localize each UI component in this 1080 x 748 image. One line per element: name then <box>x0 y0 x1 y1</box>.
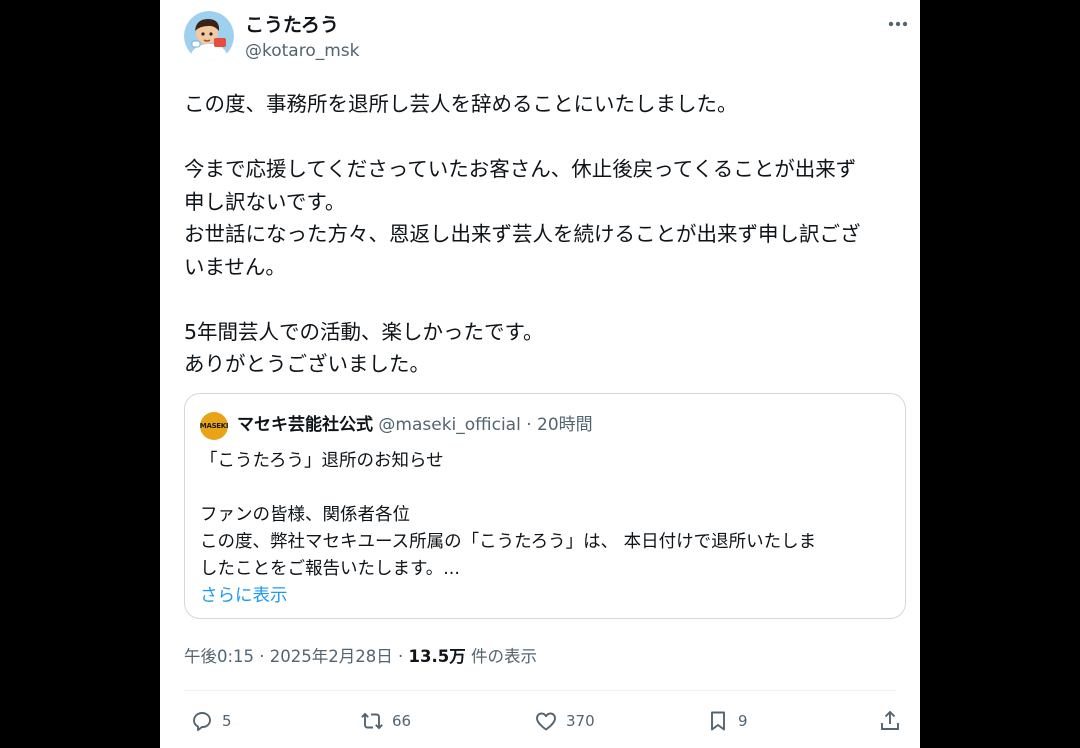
reply-button[interactable]: 5 <box>190 706 232 736</box>
share-button[interactable] <box>878 706 902 736</box>
more-horizontal-icon <box>888 21 908 27</box>
tweet-line: 5年間芸人での活動、楽しかったです。 <box>184 319 544 344</box>
tweet-line: お世話になった方々、恩返し出来ず芸人を続けることが出来ず申し訳ござ <box>184 222 861 246</box>
quoted-line: 「こうたろう」退所のお知らせ <box>200 451 444 471</box>
repost-count: 66 <box>392 712 412 730</box>
like-count: 370 <box>566 712 595 730</box>
quoted-author-name: マセキ芸能社公式 <box>237 415 373 435</box>
bookmark-button[interactable]: 9 <box>706 706 748 736</box>
reply-icon <box>193 712 211 731</box>
tweet-line: ありがとうございました。 <box>184 352 430 376</box>
divider <box>184 690 896 691</box>
views-count: 13.5万 <box>408 647 466 666</box>
quoted-line: ファンの皆様、関係者各位 <box>200 505 410 525</box>
share-icon <box>881 710 899 730</box>
timestamp[interactable]: 午後0:15 · 2025年2月28日 · <box>184 647 409 666</box>
author-display-name[interactable]: こうたろう <box>245 13 339 37</box>
author-handle[interactable]: @kotaro_msk <box>245 40 360 62</box>
tweet-line: 申し訳ないです。 <box>184 189 346 214</box>
quoted-text: 「こうたろう」退所のお知らせ ファンの皆様、関係者各位 この度、弊社マセキユース… <box>200 448 890 610</box>
repost-button[interactable]: 66 <box>360 706 411 736</box>
tweet-line: 今まで応援してくださっていたお客さん、休止後戻ってくることが出来ず <box>184 157 857 181</box>
like-button[interactable]: 370 <box>534 706 595 736</box>
quoted-author-meta: @maseki_official · 20時間 <box>373 415 593 435</box>
tweet-line: いません。 <box>184 254 286 279</box>
heart-icon <box>536 712 556 731</box>
maseki-logo: MASEKI <box>200 412 229 440</box>
views-label: 件の表示 <box>465 647 537 666</box>
bookmark-count: 9 <box>738 712 748 730</box>
bookmark-icon <box>711 711 725 731</box>
quoted-line: したことをご報告いたします。... <box>200 559 460 579</box>
timestamp-row: 午後0:15 · 2025年2月28日 · 13.5万 件の表示 <box>184 643 537 667</box>
avatar[interactable] <box>184 11 234 61</box>
more-options-button[interactable] <box>886 12 910 36</box>
show-more-link[interactable]: さらに表示 <box>200 583 890 610</box>
tweet-line: この度、事務所を退所し芸人を辞めることにいたしました。 <box>184 92 738 116</box>
quoted-line: この度、弊社マセキユース所属の「こうたろう」は、 本日付けで退所いたしま <box>200 532 817 552</box>
tweet-text: この度、事務所を退所し芸人を辞めることにいたしました。 今まで応援してくださって… <box>184 88 906 381</box>
tweet-card: こうたろう @kotaro_msk この度、事務所を退所し芸人を辞めることにいた… <box>160 0 920 748</box>
reply-count: 5 <box>222 712 232 730</box>
quoted-tweet[interactable]: MASEKI マセキ芸能社公式 @maseki_official · 20時間 … <box>184 393 906 619</box>
repost-icon <box>361 712 383 730</box>
